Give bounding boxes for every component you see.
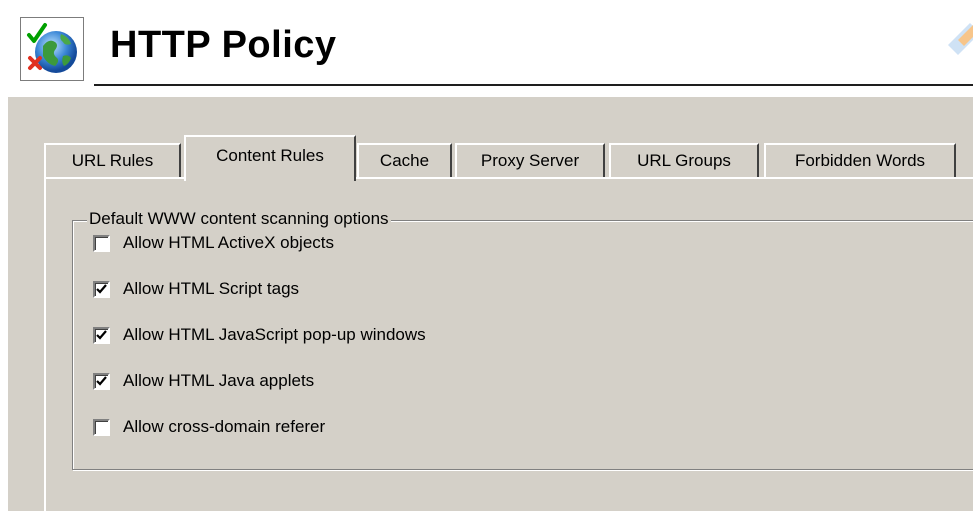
script-tags-checkbox[interactable]: [93, 280, 110, 298]
cross-domain-referer-checkbox[interactable]: [93, 418, 110, 436]
option-label: Allow HTML ActiveX objects: [123, 233, 334, 252]
policy-panel: URL Rules Content Rules Cache Proxy Serv…: [8, 97, 973, 511]
tab-content-rules[interactable]: Content Rules: [184, 135, 356, 181]
option-activex[interactable]: Allow HTML ActiveX objects: [93, 231, 334, 255]
header-divider: [94, 84, 973, 86]
scanning-options-group: Default WWW content scanning options All…: [72, 209, 973, 470]
tab-proxy-server[interactable]: Proxy Server: [455, 143, 605, 179]
header: HTTP Policy: [0, 0, 973, 87]
option-java-applets[interactable]: Allow HTML Java applets: [93, 369, 314, 393]
globe-check-icon: [20, 17, 84, 81]
group-legend: Default WWW content scanning options: [87, 209, 391, 229]
activex-checkbox[interactable]: [93, 234, 110, 252]
java-applets-checkbox[interactable]: [93, 372, 110, 390]
tab-forbidden-words[interactable]: Forbidden Words: [764, 143, 956, 179]
option-javascript-popups[interactable]: Allow HTML JavaScript pop-up windows: [93, 323, 426, 347]
option-script-tags[interactable]: Allow HTML Script tags: [93, 277, 299, 301]
tab-cache[interactable]: Cache: [357, 143, 452, 179]
javascript-popups-checkbox[interactable]: [93, 326, 110, 344]
option-label: Allow HTML Script tags: [123, 279, 300, 298]
tab-url-rules[interactable]: URL Rules: [44, 143, 181, 179]
page-title: HTTP Policy: [110, 24, 337, 66]
option-label: Allow HTML JavaScript pop-up windows: [123, 325, 426, 344]
tab-strip: URL Rules Content Rules Cache Proxy Serv…: [44, 135, 973, 181]
window: HTTP Policy URL Rules Content Rules Cach…: [0, 0, 973, 511]
tab-url-groups[interactable]: URL Groups: [609, 143, 759, 179]
option-label: Allow HTML Java applets: [123, 371, 315, 390]
content-rules-page: Default WWW content scanning options All…: [44, 177, 973, 511]
option-label: Allow cross-domain referer: [123, 417, 326, 436]
logo-decoration-icon: [913, 0, 973, 85]
option-cross-domain-referer[interactable]: Allow cross-domain referer: [93, 415, 325, 439]
